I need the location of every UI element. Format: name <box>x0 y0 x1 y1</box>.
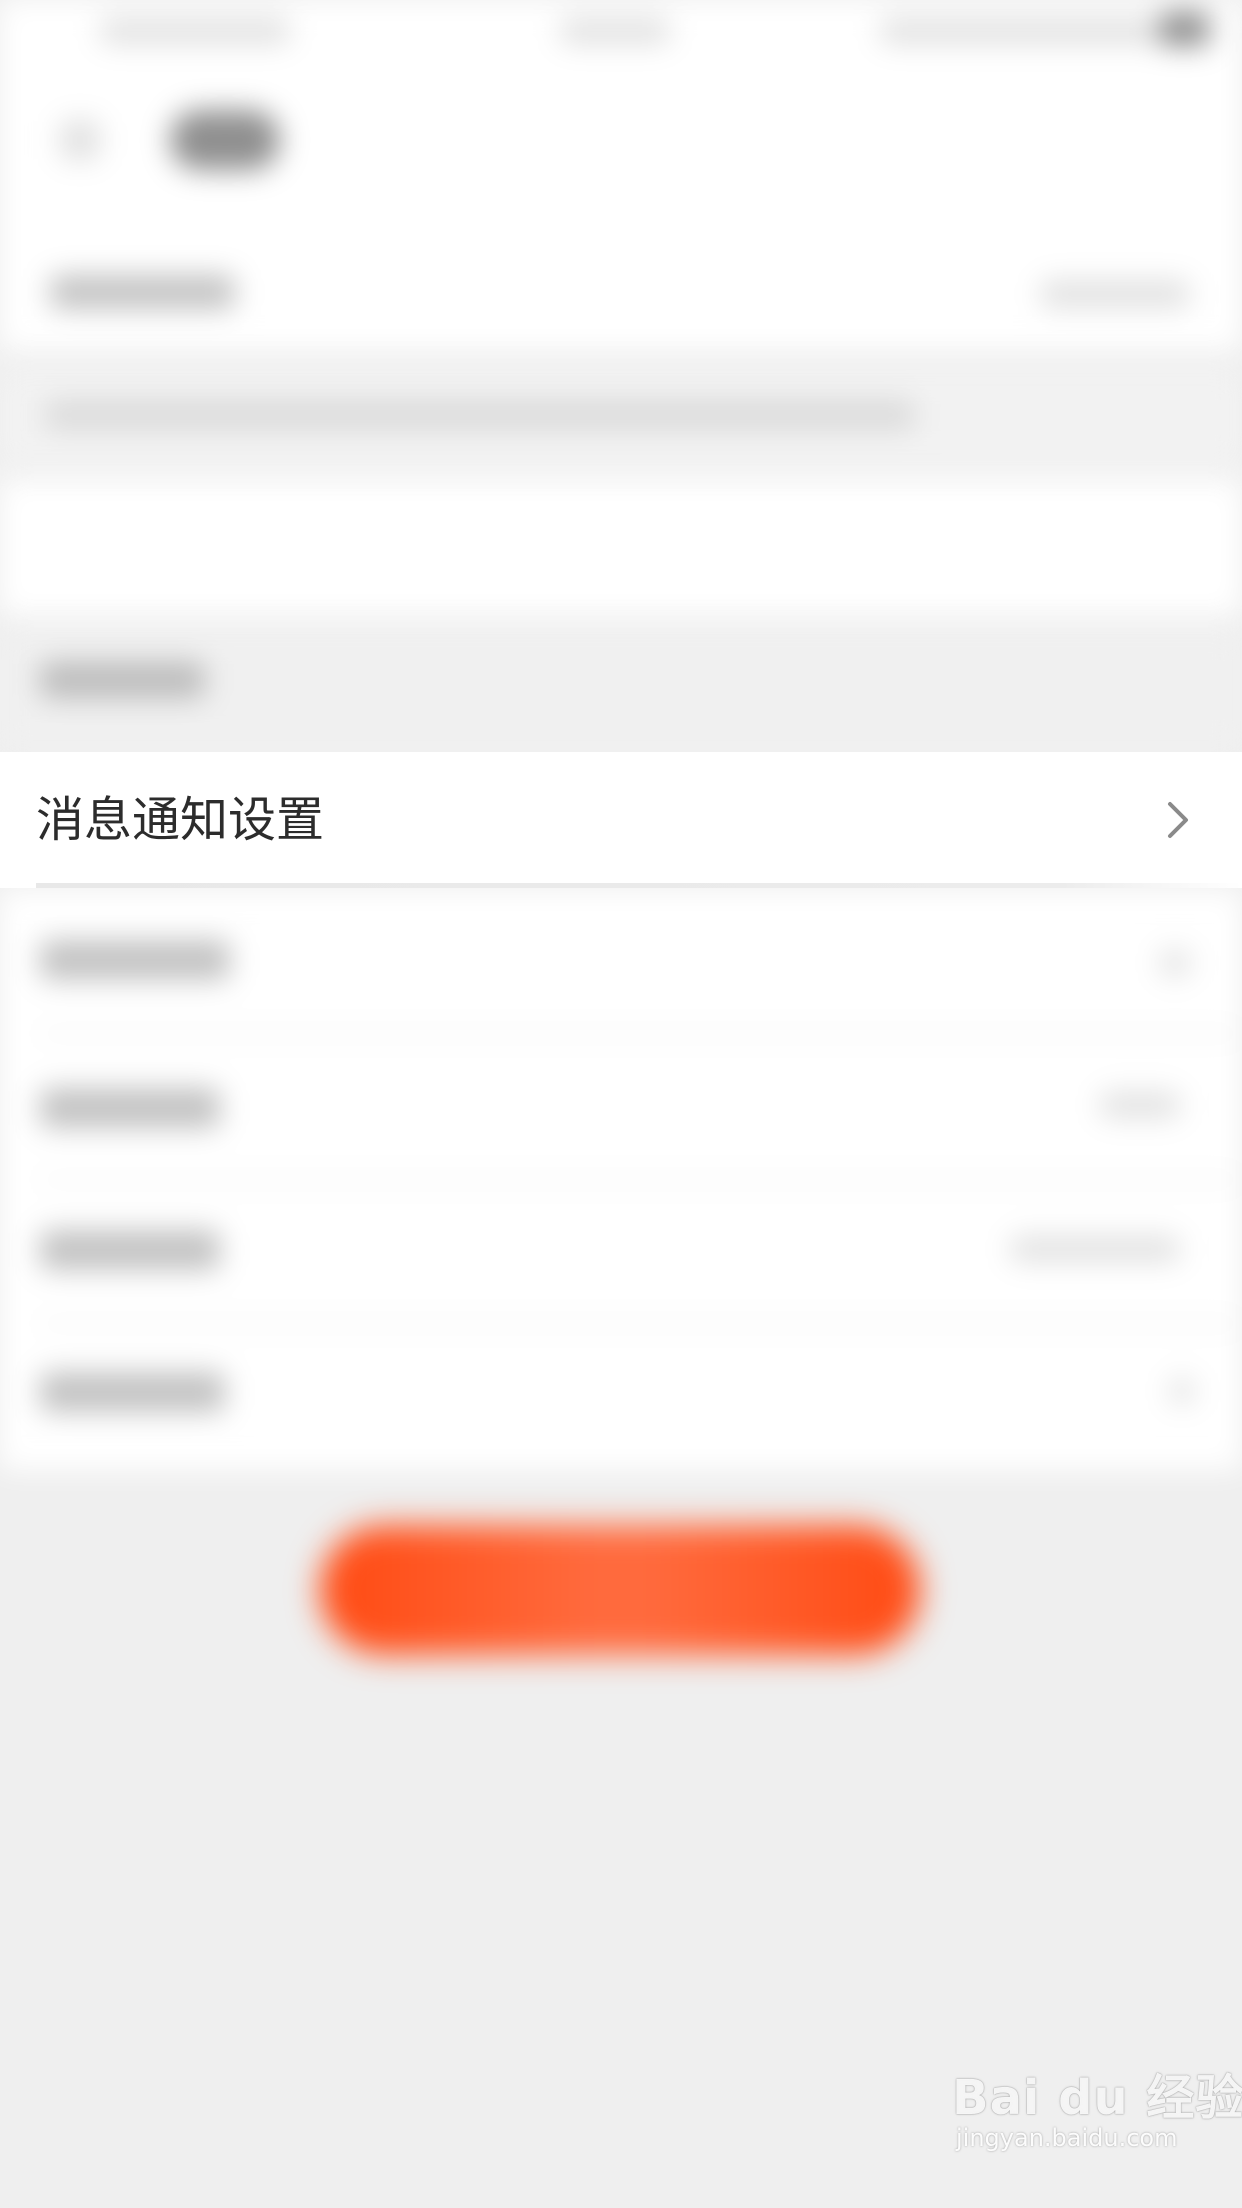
row-divider <box>36 883 1242 888</box>
blurred-background <box>0 0 1242 2208</box>
row-label: 消息通知设置 <box>36 792 325 848</box>
baidu-jingyan-watermark: Bai du 经验 jingyan.baidu.com <box>952 2058 1242 2168</box>
settings-screen: 消息通知设置 Bai du 经验 jingyan.baidu.com <box>0 0 1242 2208</box>
chevron-right-icon <box>1168 802 1188 838</box>
message-notification-settings-row[interactable]: 消息通知设置 <box>0 752 1242 888</box>
watermark-url: jingyan.baidu.com <box>956 2124 1178 2152</box>
watermark-logo-text: Bai du 经验 <box>952 2070 1242 2126</box>
primary-action-button[interactable] <box>320 1525 920 1655</box>
